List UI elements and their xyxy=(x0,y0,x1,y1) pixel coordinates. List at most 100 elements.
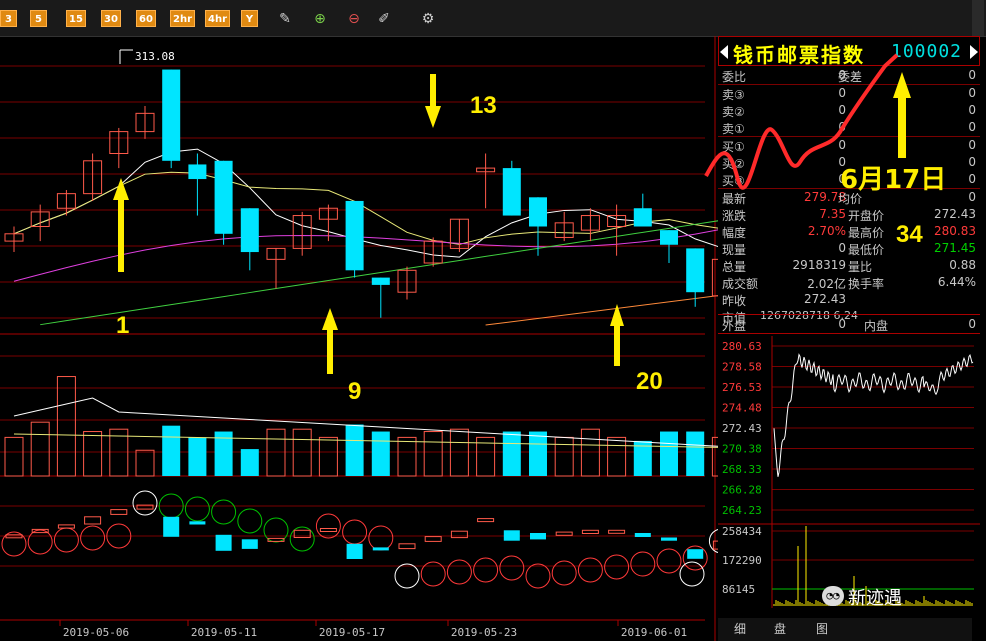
volume-bar xyxy=(607,436,627,477)
volume-bar xyxy=(449,428,469,477)
intraday-tick: 278.58 xyxy=(722,361,762,374)
next-arrow-icon[interactable] xyxy=(970,45,978,59)
intraday-price-line xyxy=(773,353,974,477)
candle xyxy=(449,218,469,253)
indicator-candle xyxy=(189,521,206,525)
candle-body xyxy=(162,69,181,161)
candle-body xyxy=(188,164,207,180)
intraday-vol-tick: 86145 xyxy=(722,583,755,596)
volume-bar xyxy=(318,436,338,477)
period-2hr-button[interactable]: 2hr xyxy=(170,10,196,27)
avg-label: 均价 xyxy=(838,192,863,206)
buy3-label: 买③ xyxy=(722,174,745,188)
candle-body xyxy=(371,277,390,285)
sell1-row: 卖① 0 0 xyxy=(718,119,980,136)
signal-circle xyxy=(446,559,472,585)
tab-chart[interactable]: 图 xyxy=(816,620,828,637)
volume-bars xyxy=(4,376,718,477)
indicator-candle xyxy=(267,537,285,542)
edit-icon[interactable]: ✎ xyxy=(275,9,295,29)
annotation-9: 9 xyxy=(348,378,362,405)
cur-row: 现量 0 最低价 271.45 xyxy=(718,240,980,257)
weibi-label: 委比 xyxy=(722,70,747,84)
candle xyxy=(56,190,76,216)
draw-icon[interactable]: ✐ xyxy=(374,9,394,29)
sell3-row: 卖③ 0 0 xyxy=(718,85,980,102)
tab-book[interactable]: 盘 xyxy=(774,620,786,637)
change-label: 涨跌 xyxy=(722,209,747,223)
turn-label: 换手率 xyxy=(848,277,885,291)
sell2-side-value: 0 xyxy=(968,103,976,117)
volume-bar xyxy=(56,376,76,477)
indicator-candle xyxy=(241,539,258,549)
indicator-candle xyxy=(372,547,389,551)
scrollbar[interactable] xyxy=(972,0,984,36)
buy2-label: 买② xyxy=(722,157,745,171)
gear-icon[interactable]: ⚙ xyxy=(418,9,438,29)
candle xyxy=(345,200,364,278)
change-value: 7.35 xyxy=(819,207,846,221)
tab-detail[interactable]: 细 xyxy=(734,620,746,637)
volume-ma5 xyxy=(13,397,718,447)
cur-value: 0 xyxy=(838,241,846,255)
instrument-code: 100002 xyxy=(891,41,963,62)
prev-arrow-icon[interactable] xyxy=(720,45,728,59)
moving-average-lines xyxy=(13,148,718,326)
intraday-tick: 268.33 xyxy=(722,463,762,476)
volume-bar xyxy=(529,431,547,476)
kline-chart[interactable]: 313.08 2019-05-06 2019-05-11 2019-05-17 201… xyxy=(0,36,718,641)
zoom-in-icon[interactable]: ⊕ xyxy=(310,9,330,29)
candle xyxy=(660,230,678,263)
candle xyxy=(83,153,103,201)
period-15-button[interactable]: 15 xyxy=(66,10,86,27)
zoom-out-icon[interactable]: ⊖ xyxy=(344,9,364,29)
period-3-button[interactable]: 3 xyxy=(0,10,17,27)
period-5-button[interactable]: 5 xyxy=(30,10,47,27)
signal-circle xyxy=(53,527,79,553)
volume-bar xyxy=(502,431,521,476)
volume-bar xyxy=(188,437,207,476)
candle xyxy=(162,69,181,169)
indicator-candle xyxy=(110,509,128,515)
indicator-candle xyxy=(687,549,704,559)
low-value: 271.45 xyxy=(934,241,976,255)
instrument-name: 钱币邮票指数 xyxy=(733,43,865,67)
period-60-button[interactable]: 60 xyxy=(136,10,156,27)
candle xyxy=(4,226,24,253)
weibi-row: 委比 0 委差 0 xyxy=(718,67,980,84)
annotation-20: 20 xyxy=(636,368,663,395)
pct-row: 幅度 2.70% 最高价 280.83 xyxy=(718,223,980,240)
intraday-tick: 280.63 xyxy=(722,340,762,353)
date-label: 2019-06-01 xyxy=(621,626,687,639)
annotation-1: 1 xyxy=(116,312,130,339)
period-30-button[interactable]: 30 xyxy=(101,10,121,27)
watermark-text: 新迹遇 xyxy=(848,588,902,609)
open-value: 272.43 xyxy=(934,207,976,221)
high-label: 最高价 xyxy=(848,226,885,240)
inner-label: 内盘 xyxy=(864,319,889,333)
volume-bar xyxy=(83,431,103,477)
low-label: 最低价 xyxy=(848,243,885,257)
volume-bar xyxy=(397,436,417,477)
candle-body xyxy=(633,208,652,227)
candle xyxy=(266,247,286,289)
latest-value: 279.78 xyxy=(804,190,846,204)
sell1-side-value: 0 xyxy=(968,120,976,134)
date-label: 2019-05-23 xyxy=(451,626,517,639)
candle-body xyxy=(240,208,259,253)
indicator-candle xyxy=(555,531,573,536)
prev-row: 昨收 272.43 xyxy=(718,291,980,308)
intraday-price-ticks: 280.63 278.58 276.53 274.48 272.43 270.38 268.… xyxy=(722,340,762,596)
vol-label: 总量 xyxy=(722,260,747,274)
candle xyxy=(214,160,233,245)
indicator-candle xyxy=(57,524,75,529)
intraday-tick: 272.43 xyxy=(722,422,762,435)
period-4hr-button[interactable]: 4hr xyxy=(205,10,231,27)
sell3-label: 卖③ xyxy=(722,88,745,102)
volume-bar xyxy=(266,428,286,477)
indicator-candle xyxy=(84,516,102,525)
volume-bar xyxy=(30,421,50,477)
period-y-button[interactable]: Y xyxy=(241,10,258,27)
intraday-chart[interactable]: 280.63 278.58 276.53 274.48 272.43 270.38 268.… xyxy=(718,336,980,621)
buy2-row: 买② 0 0 xyxy=(718,154,980,171)
